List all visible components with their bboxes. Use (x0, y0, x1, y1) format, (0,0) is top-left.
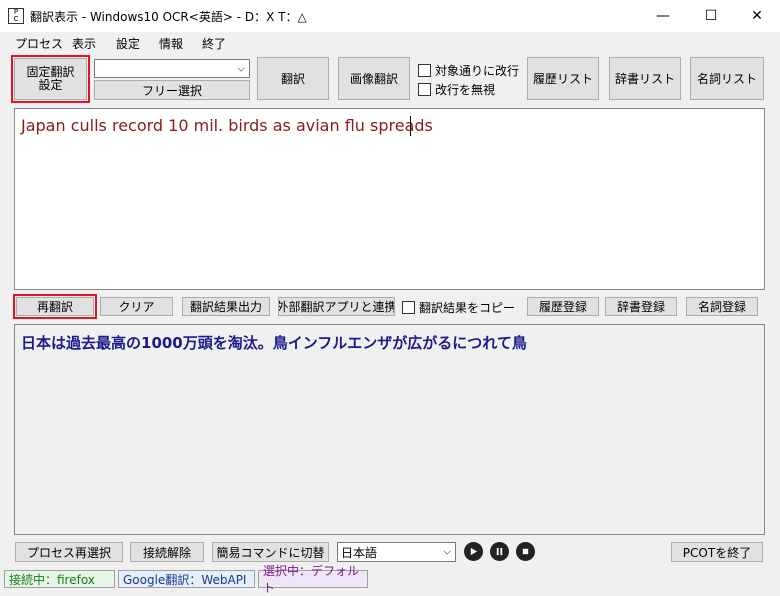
translated-text-area[interactable]: 日本は過去最高の1000万頭を淘汰。鳥インフルエンザが広がるにつれて鳥 (14, 324, 765, 535)
minimize-icon: — (656, 8, 670, 24)
app-icon: PC (8, 8, 24, 24)
play-button[interactable] (464, 542, 483, 561)
engine-select[interactable]: ⌵ (94, 59, 250, 78)
text-caret (410, 116, 411, 136)
close-button[interactable]: ✕ (734, 0, 780, 32)
status-connected: 接続中：firefox (4, 570, 115, 588)
menu-info[interactable]: 情報 (159, 35, 183, 52)
pause-button[interactable] (490, 542, 509, 561)
stop-icon (522, 548, 529, 555)
retranslate-button[interactable]: 再翻訳 (13, 294, 97, 319)
export-result-button[interactable]: 翻訳結果出力 (182, 297, 270, 316)
ignore-linebreak-checkbox[interactable]: 改行を無視 (418, 81, 495, 98)
checkbox-box (402, 301, 415, 314)
checkbox-box (418, 83, 431, 96)
maximize-icon: ☐ (704, 8, 718, 24)
history-list-button[interactable]: 履歴リスト (527, 57, 599, 100)
source-text: Japan culls record 10 mil. birds as avia… (21, 116, 433, 135)
linebreak-by-target-checkbox[interactable]: 対象通りに改行 (418, 62, 519, 79)
dictionary-register-button[interactable]: 辞書登録 (605, 297, 677, 316)
checkbox-label: 翻訳結果をコピー (419, 301, 516, 315)
source-text-area[interactable]: Japan culls record 10 mil. birds as avia… (14, 108, 765, 290)
stop-button[interactable] (516, 542, 535, 561)
simple-command-switch-button[interactable]: 簡易コマンドに切替 (212, 542, 329, 562)
menu-exit[interactable]: 終了 (202, 35, 226, 52)
title-bar: PC 翻訳表示 - Windows10 OCR<英語> - D：X T：△ — … (0, 0, 780, 32)
menu-view[interactable]: 表示 (72, 35, 96, 52)
status-engine: Google翻訳：WebAPI (118, 570, 255, 588)
language-select-value: 日本語 (341, 545, 378, 560)
checkbox-box (418, 64, 431, 77)
checkbox-label: 改行を無視 (435, 83, 496, 97)
external-app-link-button[interactable]: 外部翻訳アプリと連携 (278, 297, 395, 316)
translated-text: 日本は過去最高の1000万頭を淘汰。鳥インフルエンザが広がるにつれて鳥 (21, 334, 527, 352)
translate-button[interactable]: 翻訳 (257, 57, 329, 100)
history-register-button[interactable]: 履歴登録 (527, 297, 599, 316)
pause-icon (496, 547, 503, 556)
disconnect-button[interactable]: 接続解除 (130, 542, 204, 562)
menu-process[interactable]: プロセス (15, 35, 63, 52)
play-icon (470, 547, 478, 556)
close-icon: ✕ (751, 8, 763, 24)
process-reselect-button[interactable]: プロセス再選択 (15, 542, 123, 562)
status-selection: 選択中：デフォルト (258, 564, 368, 595)
clear-button[interactable]: クリア (100, 297, 173, 316)
copy-result-checkbox[interactable]: 翻訳結果をコピー (402, 299, 515, 316)
checkbox-label: 対象通りに改行 (435, 64, 520, 78)
chevron-down-icon: ⌵ (237, 63, 245, 74)
dictionary-list-button[interactable]: 辞書リスト (609, 57, 681, 100)
noun-list-button[interactable]: 名詞リスト (690, 57, 764, 100)
maximize-button[interactable]: ☐ (688, 0, 734, 32)
language-select[interactable]: 日本語 ⌵ (337, 542, 456, 562)
exit-pcot-button[interactable]: PCOTを終了 (671, 542, 763, 562)
fixed-translation-settings-button[interactable]: 固定翻訳 設定 (11, 55, 90, 103)
noun-register-button[interactable]: 名詞登録 (686, 297, 758, 316)
chevron-down-icon: ⌵ (443, 546, 451, 558)
window-title: 翻訳表示 - Windows10 OCR<英語> - D：X T：△ (30, 10, 307, 24)
free-select-button[interactable]: フリー選択 (94, 80, 250, 100)
image-translate-button[interactable]: 画像翻訳 (338, 57, 410, 100)
menu-settings[interactable]: 設定 (116, 35, 140, 52)
minimize-button[interactable]: — (640, 0, 686, 32)
